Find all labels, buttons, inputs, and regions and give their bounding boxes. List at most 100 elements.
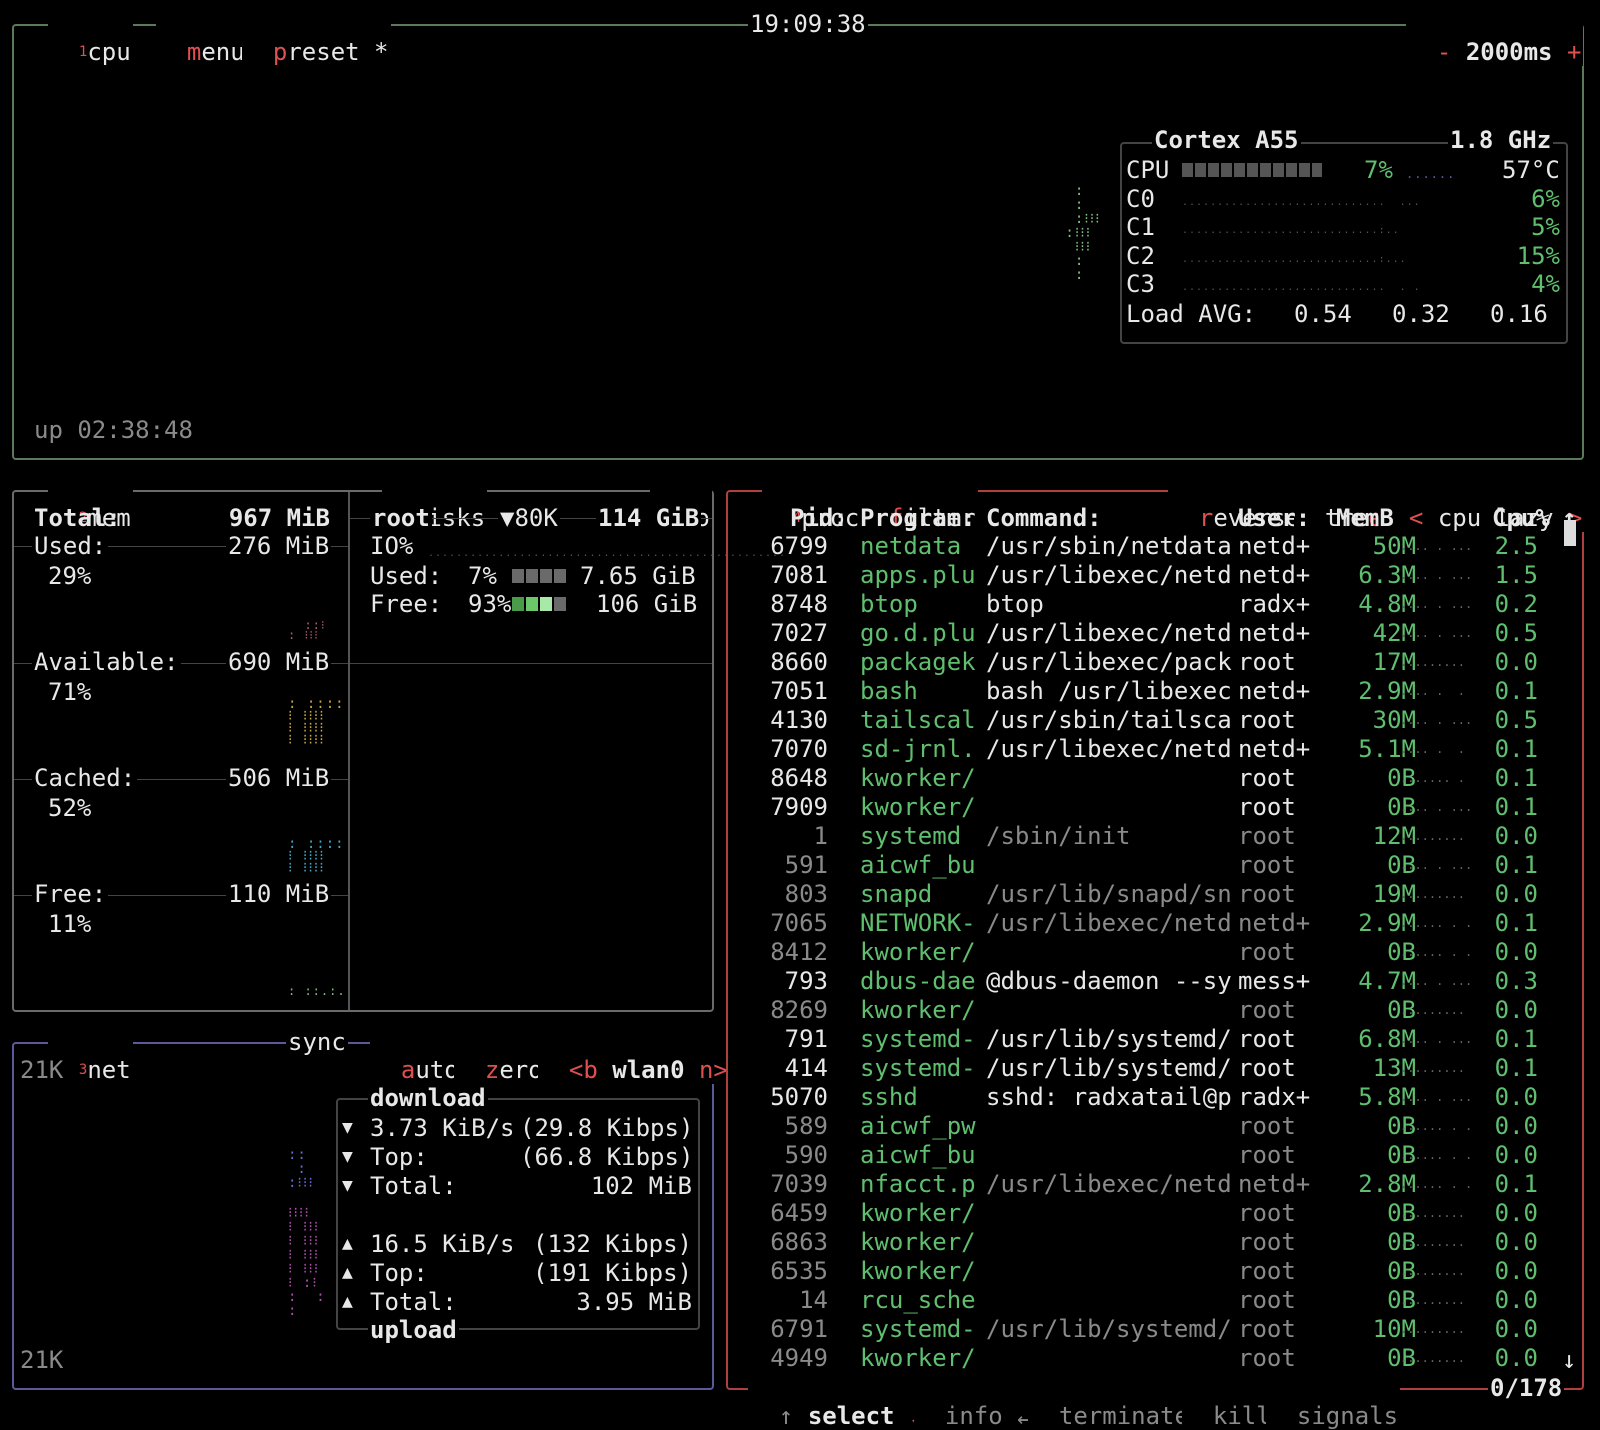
user-cell: netd+ — [1238, 561, 1311, 589]
command-cell: /usr/libexec/netd — [986, 1170, 1232, 1198]
user-cell: netd+ — [1238, 1170, 1311, 1198]
signals-label: ignals — [1311, 1402, 1399, 1430]
load-avg-label: Load AVG: — [1126, 300, 1257, 328]
command-header[interactable]: Command: — [986, 504, 1102, 533]
user-cell: root — [1238, 938, 1296, 966]
table-row[interactable]: 793 dbus-dae @dbus-daemon --sy mess+ 4.7M...… — [728, 967, 1582, 996]
program-cell: apps.plu — [860, 561, 976, 589]
table-row[interactable]: 590 aicwf_bu root 0B...... . . 0.0 — [728, 1141, 1582, 1170]
cpu-history-graph: .... . ... — [1400, 597, 1473, 611]
select-up-icon: ↑ — [778, 1402, 794, 1430]
preset-tab[interactable]: preset * — [242, 10, 391, 66]
disk-free-label: Free: — [370, 590, 443, 618]
table-row[interactable]: 7051 bash bash /usr/libexec netd+ 2.9M.... .… — [728, 677, 1582, 706]
cpu-tab[interactable]: 1cpu — [48, 10, 133, 66]
program-cell: kworker/ — [860, 1257, 976, 1285]
scroll-down-icon[interactable]: ↓ — [1562, 1346, 1576, 1374]
cpu-cell: 1.5 — [1494, 561, 1538, 589]
prev-interface-button[interactable]: <b — [569, 1056, 598, 1084]
command-cell: btop — [986, 590, 1044, 618]
table-row[interactable]: 414 systemd-/usr/lib/systemd/root 13M.....… — [728, 1054, 1582, 1083]
cpu-cell: 0.0 — [1494, 996, 1538, 1024]
table-row[interactable]: 4130 tailscal/usr/sbin/tailsca root 30M....… — [728, 706, 1582, 735]
program-cell: aicwf_bu — [860, 851, 976, 879]
table-row[interactable]: 7039 nfacct.p/usr/libexec/netd netd+ 2.8M..… — [728, 1170, 1582, 1199]
table-row[interactable]: 8748 btop btop radx+ 4.8M.... . ... 0.2 — [728, 590, 1582, 619]
menu-label: enu — [201, 38, 245, 66]
net-auto-toggle[interactable]: auto — [370, 1028, 461, 1084]
disk-used-value: 7.65 GiB — [580, 562, 696, 590]
program-cell: btop — [860, 590, 918, 618]
pid-cell: 7039 — [770, 1170, 828, 1198]
cpu-cell: 0.0 — [1494, 938, 1538, 966]
cpu-cell: 0.0 — [1494, 1315, 1538, 1343]
interval-minus-button[interactable]: - — [1437, 38, 1451, 66]
core-0-label: C0 — [1126, 185, 1155, 213]
proc-footer-signals[interactable]: signals — [1266, 1374, 1401, 1430]
table-row[interactable]: 14 rcu_sche root 0B......... 0.0 — [728, 1286, 1582, 1315]
program-cell: nfacct.p — [860, 1170, 976, 1198]
upload-title: upload — [368, 1316, 459, 1344]
proc-footer-select[interactable]: ↑ select ↓ — [748, 1374, 926, 1430]
proc-footer-info[interactable]: info ↵ — [914, 1374, 1034, 1430]
table-row[interactable]: 8269 kworker/root 0B......... 0.0 — [728, 996, 1582, 1025]
user-header[interactable]: User: — [1238, 504, 1310, 533]
net-zero-toggle[interactable]: zero — [454, 1028, 545, 1084]
download-top-label: Top: — [370, 1143, 428, 1171]
table-row[interactable]: 5070 sshd sshd: radxatail@p radx+ 5.8M.... .… — [728, 1083, 1582, 1112]
cpu-cell: 0.0 — [1494, 1286, 1538, 1314]
scrollbar-thumb[interactable] — [1564, 520, 1576, 546]
core-2-percent: 15% — [1516, 242, 1560, 270]
table-row[interactable]: 7909 kworker/root 0B.... . ... 0.1 — [728, 793, 1582, 822]
core-2-label: C2 — [1126, 242, 1155, 270]
proc-footer-kill[interactable]: kill — [1182, 1374, 1273, 1430]
pid-cell: 591 — [784, 851, 828, 879]
auto-label: uto — [415, 1056, 459, 1084]
table-row[interactable]: 1 systemd/sbin/init root 12M......... 0.0 — [728, 822, 1582, 851]
table-row[interactable]: 591 aicwf_bu root 0B.... . ... 0.1 — [728, 851, 1582, 880]
core-3-label: C3 — [1126, 270, 1155, 298]
table-row[interactable]: 791 systemd-/usr/lib/systemd/root 6.8M....… — [728, 1025, 1582, 1054]
pid-cell: 6791 — [770, 1315, 828, 1343]
command-cell: /usr/lib/systemd/ — [986, 1315, 1232, 1343]
interval-plus-button[interactable]: + — [1567, 38, 1581, 66]
user-cell: root — [1238, 648, 1296, 676]
table-row[interactable]: 6863 kworker/root 0B......... 0.0 — [728, 1228, 1582, 1257]
table-row[interactable]: 6791 systemd-/usr/lib/systemd/root 10M....… — [728, 1315, 1582, 1344]
program-cell: kworker/ — [860, 938, 976, 966]
mem-header[interactable]: MemB — [1336, 504, 1394, 533]
table-row[interactable]: 7065 NETWORK-/usr/libexec/netd netd+ 2.9M..… — [728, 909, 1582, 938]
cpu-history-graph: ...... . . — [1400, 1148, 1473, 1162]
pid-cell: 414 — [784, 1054, 828, 1082]
net-interface-selector[interactable]: <b wlan0 n> — [538, 1028, 730, 1084]
table-row[interactable]: 803 snapd/usr/lib/snapd/sn root 19M........… — [728, 880, 1582, 909]
table-row[interactable]: 7027 go.d.plu/usr/libexec/netd netd+ 42M...… — [728, 619, 1582, 648]
net-sync-toggle[interactable]: sync — [286, 1028, 348, 1056]
table-row[interactable]: 6459 kworker/root 0B......... 0.0 — [728, 1199, 1582, 1228]
table-row[interactable]: 4949 kworker/root 0B......... 0.0 — [728, 1344, 1582, 1373]
program-header[interactable]: Program: — [860, 504, 976, 533]
table-row[interactable]: 7070 sd-jrnl./usr/libexec/netd netd+ 5.1M..… — [728, 735, 1582, 764]
mem-cached-label: Cached: — [32, 764, 138, 792]
table-row[interactable]: 589 aicwf_pw root 0B...... . . 0.0 — [728, 1112, 1582, 1141]
proc-count: 0/178 — [1488, 1374, 1565, 1402]
load-avg-5: 0.32 — [1392, 300, 1450, 328]
pid-cell: 4949 — [770, 1344, 828, 1372]
terminate-hotkey: t — [1058, 1402, 1074, 1430]
pid-header[interactable]: Pid: — [790, 504, 848, 533]
next-interface-button[interactable]: n> — [699, 1056, 728, 1084]
table-row[interactable]: 8412 kworker/root 0B...... . . 0.0 — [728, 938, 1582, 967]
table-row[interactable]: 7081 apps.plu/usr/libexec/netd netd+ 6.3M..… — [728, 561, 1582, 590]
table-row[interactable]: 8660 packagek/usr/libexec/pack root 17M....… — [728, 648, 1582, 677]
menu-tab[interactable]: menu — [156, 10, 247, 66]
table-row[interactable]: 6799 netdata/usr/sbin/netdata netd+ 50M....… — [728, 532, 1582, 561]
program-cell: go.d.plu — [860, 619, 976, 647]
pid-cell: 6799 — [770, 532, 828, 560]
cpu-history-graph: ......... — [1400, 1322, 1466, 1336]
interval-control[interactable]: - 2000ms + — [1406, 10, 1584, 66]
program-cell: snapd — [860, 880, 933, 908]
cpu-header[interactable]: Cpu% — [1492, 504, 1550, 533]
proc-footer-terminate[interactable]: terminate — [1028, 1374, 1191, 1430]
table-row[interactable]: 8648 kworker/root 0B....... . 0.1 — [728, 764, 1582, 793]
table-row[interactable]: 6535 kworker/root 0B......... 0.0 — [728, 1257, 1582, 1286]
